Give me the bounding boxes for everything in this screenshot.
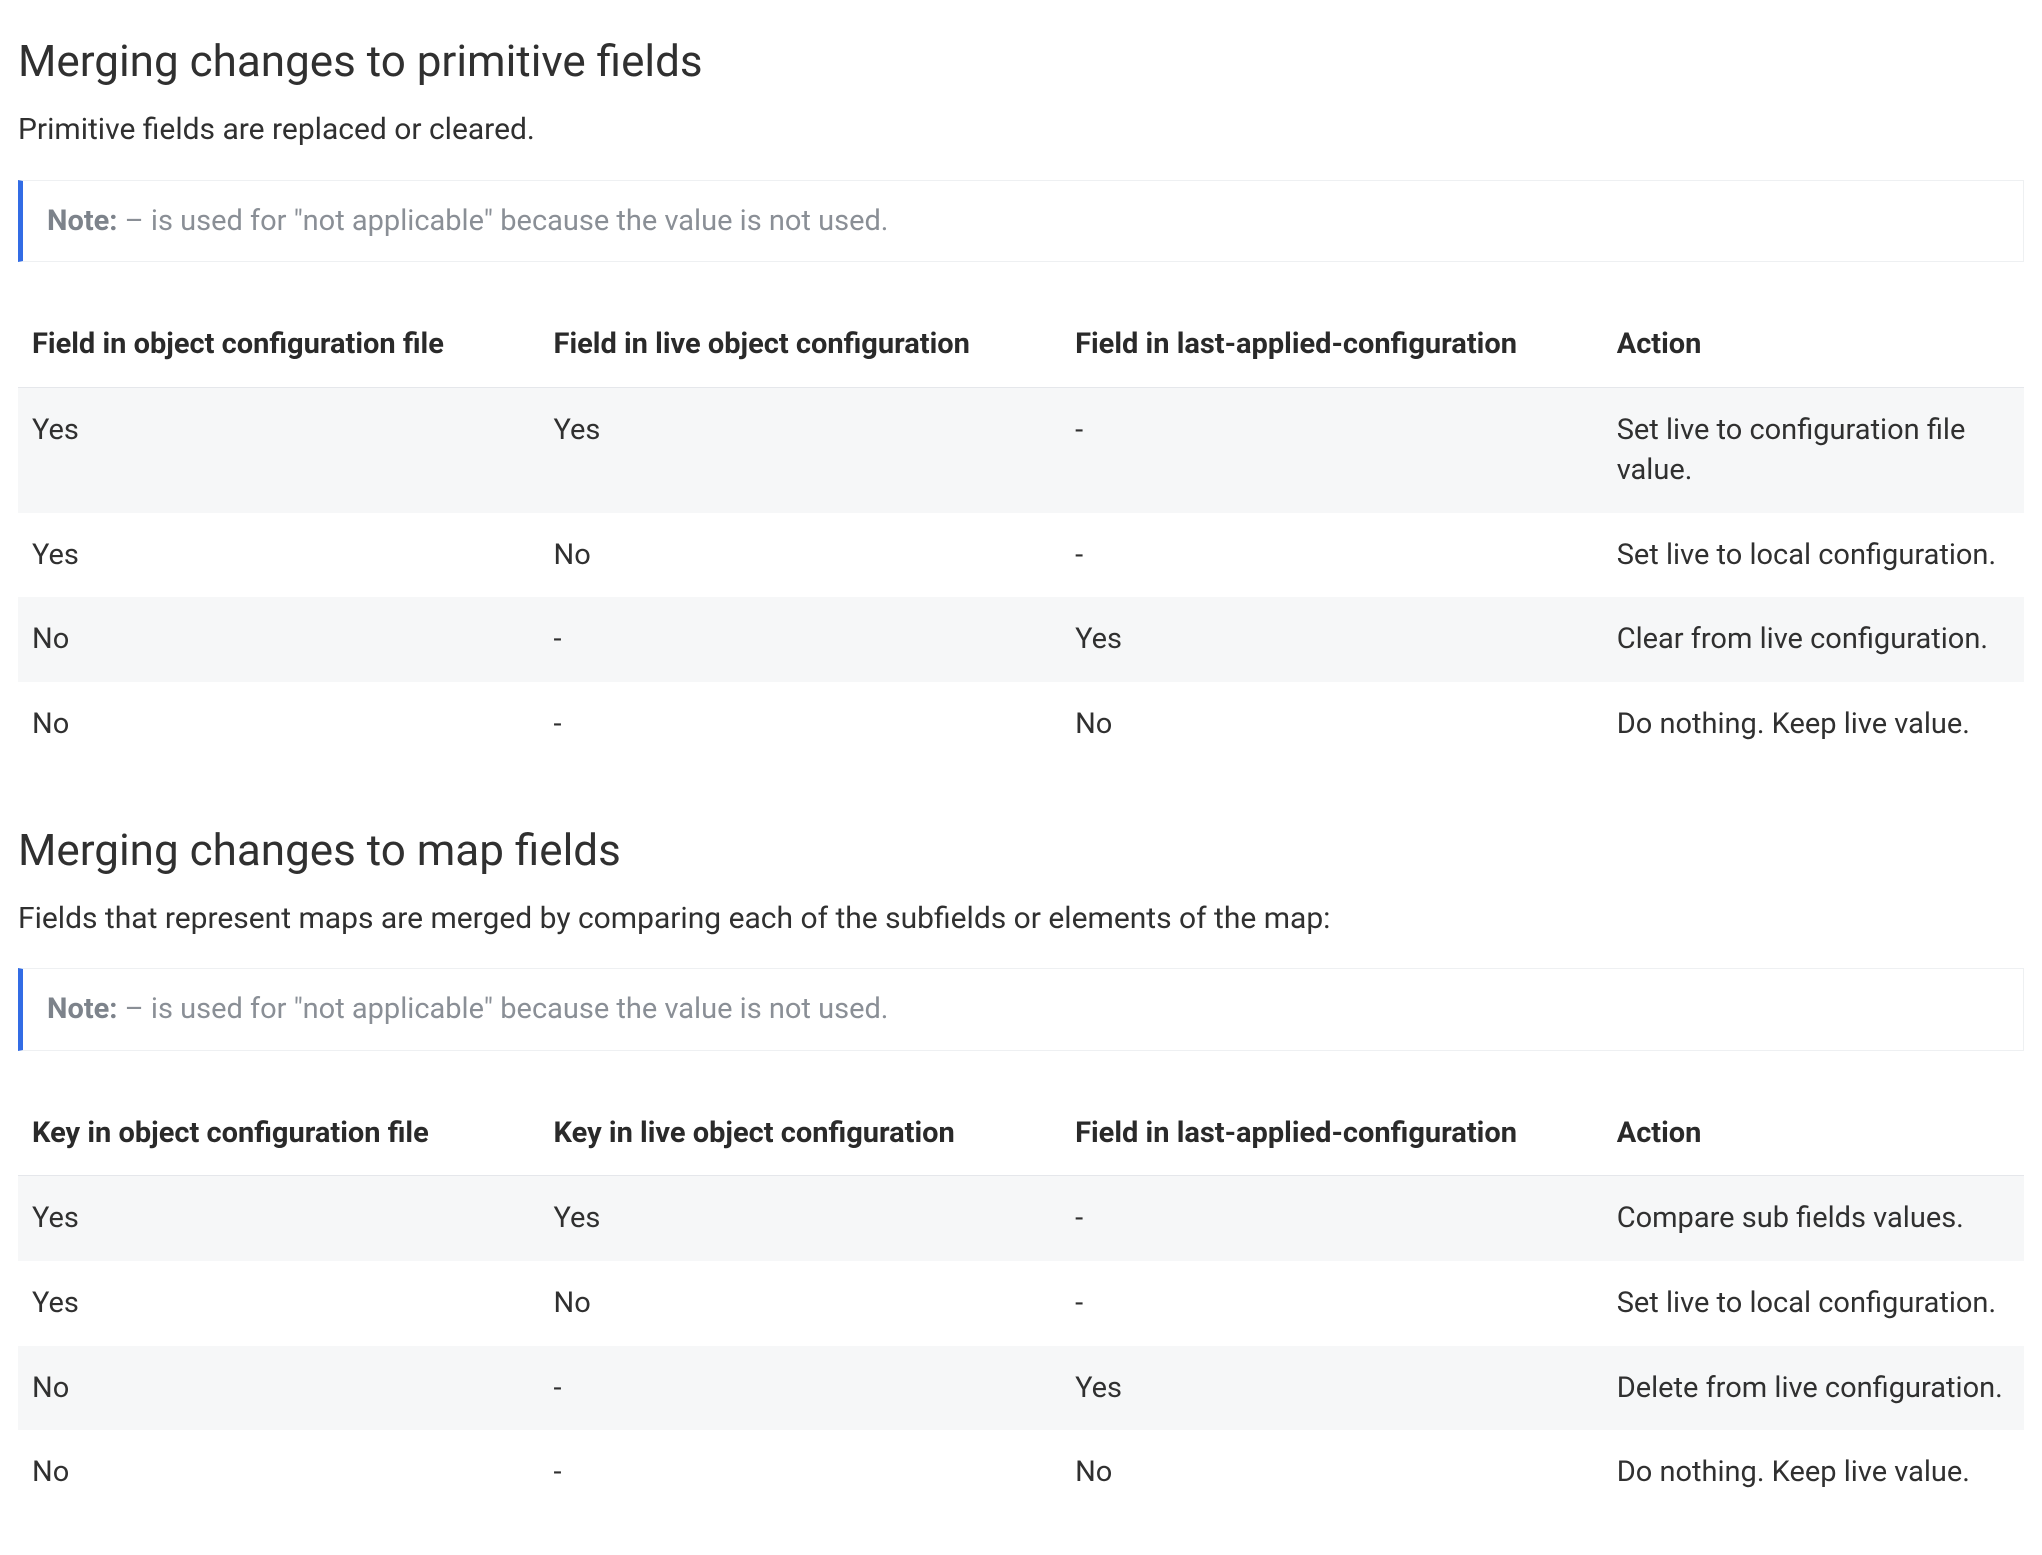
cell: No [18,1346,540,1431]
table-row: Yes No - Set live to local configuration… [18,1261,2024,1346]
cell: - [540,597,1062,682]
cell: - [1061,1261,1603,1346]
cell: - [540,1430,1062,1515]
col-header: Field in live object configuration [540,302,1062,387]
col-header: Key in live object configuration [540,1091,1062,1176]
col-header: Field in last-applied-configuration [1061,302,1603,387]
cell: No [18,682,540,767]
cell: Yes [18,387,540,513]
intro-primitive: Primitive fields are replaced or cleared… [18,107,2024,154]
cell: Set live to configuration file value. [1603,387,2024,513]
note-primitive: Note: – is used for "not applicable" bec… [18,180,2024,263]
cell: No [540,513,1062,598]
note-map: Note: – is used for "not applicable" bec… [18,968,2024,1051]
page-root: Merging changes to primitive fields Prim… [0,0,2042,1555]
cell: Do nothing. Keep live value. [1603,1430,2024,1515]
intro-map: Fields that represent maps are merged by… [18,896,2024,943]
table-row: Yes Yes - Compare sub fields values. [18,1176,2024,1261]
col-header: Field in last-applied-configuration [1061,1091,1603,1176]
table-row: No - No Do nothing. Keep live value. [18,682,2024,767]
cell: - [540,682,1062,767]
cell: - [1061,1176,1603,1261]
cell: Yes [540,387,1062,513]
table-header-row: Key in object configuration file Key in … [18,1091,2024,1176]
cell: Set live to local configuration. [1603,1261,2024,1346]
heading-primitive: Merging changes to primitive fields [18,34,2024,89]
cell: No [18,1430,540,1515]
cell: No [18,597,540,682]
cell: - [540,1346,1062,1431]
note-body: – is used for "not applicable" because t… [117,204,888,238]
cell: Yes [1061,597,1603,682]
cell: Yes [18,1176,540,1261]
table-primitive: Field in object configuration file Field… [18,302,2024,767]
cell: No [1061,1430,1603,1515]
cell: Do nothing. Keep live value. [1603,682,2024,767]
table-row: Yes Yes - Set live to configuration file… [18,387,2024,513]
cell: Yes [1061,1346,1603,1431]
note-label: Note: [47,992,117,1026]
cell: - [1061,513,1603,598]
cell: Yes [18,513,540,598]
table-map: Key in object configuration file Key in … [18,1091,2024,1515]
col-header: Field in object configuration file [18,302,540,387]
table-header-row: Field in object configuration file Field… [18,302,2024,387]
cell: Clear from live configuration. [1603,597,2024,682]
cell: - [1061,387,1603,513]
note-label: Note: [47,204,117,238]
cell: Yes [540,1176,1062,1261]
cell: Delete from live configuration. [1603,1346,2024,1431]
cell: No [1061,682,1603,767]
cell: Set live to local configuration. [1603,513,2024,598]
table-row: No - Yes Clear from live configuration. [18,597,2024,682]
table-row: No - No Do nothing. Keep live value. [18,1430,2024,1515]
cell: Compare sub fields values. [1603,1176,2024,1261]
note-body: – is used for "not applicable" because t… [117,992,888,1026]
cell: Yes [18,1261,540,1346]
heading-map: Merging changes to map fields [18,823,2024,878]
col-header: Action [1603,1091,2024,1176]
col-header: Action [1603,302,2024,387]
col-header: Key in object configuration file [18,1091,540,1176]
table-row: Yes No - Set live to local configuration… [18,513,2024,598]
cell: No [540,1261,1062,1346]
table-row: No - Yes Delete from live configuration. [18,1346,2024,1431]
